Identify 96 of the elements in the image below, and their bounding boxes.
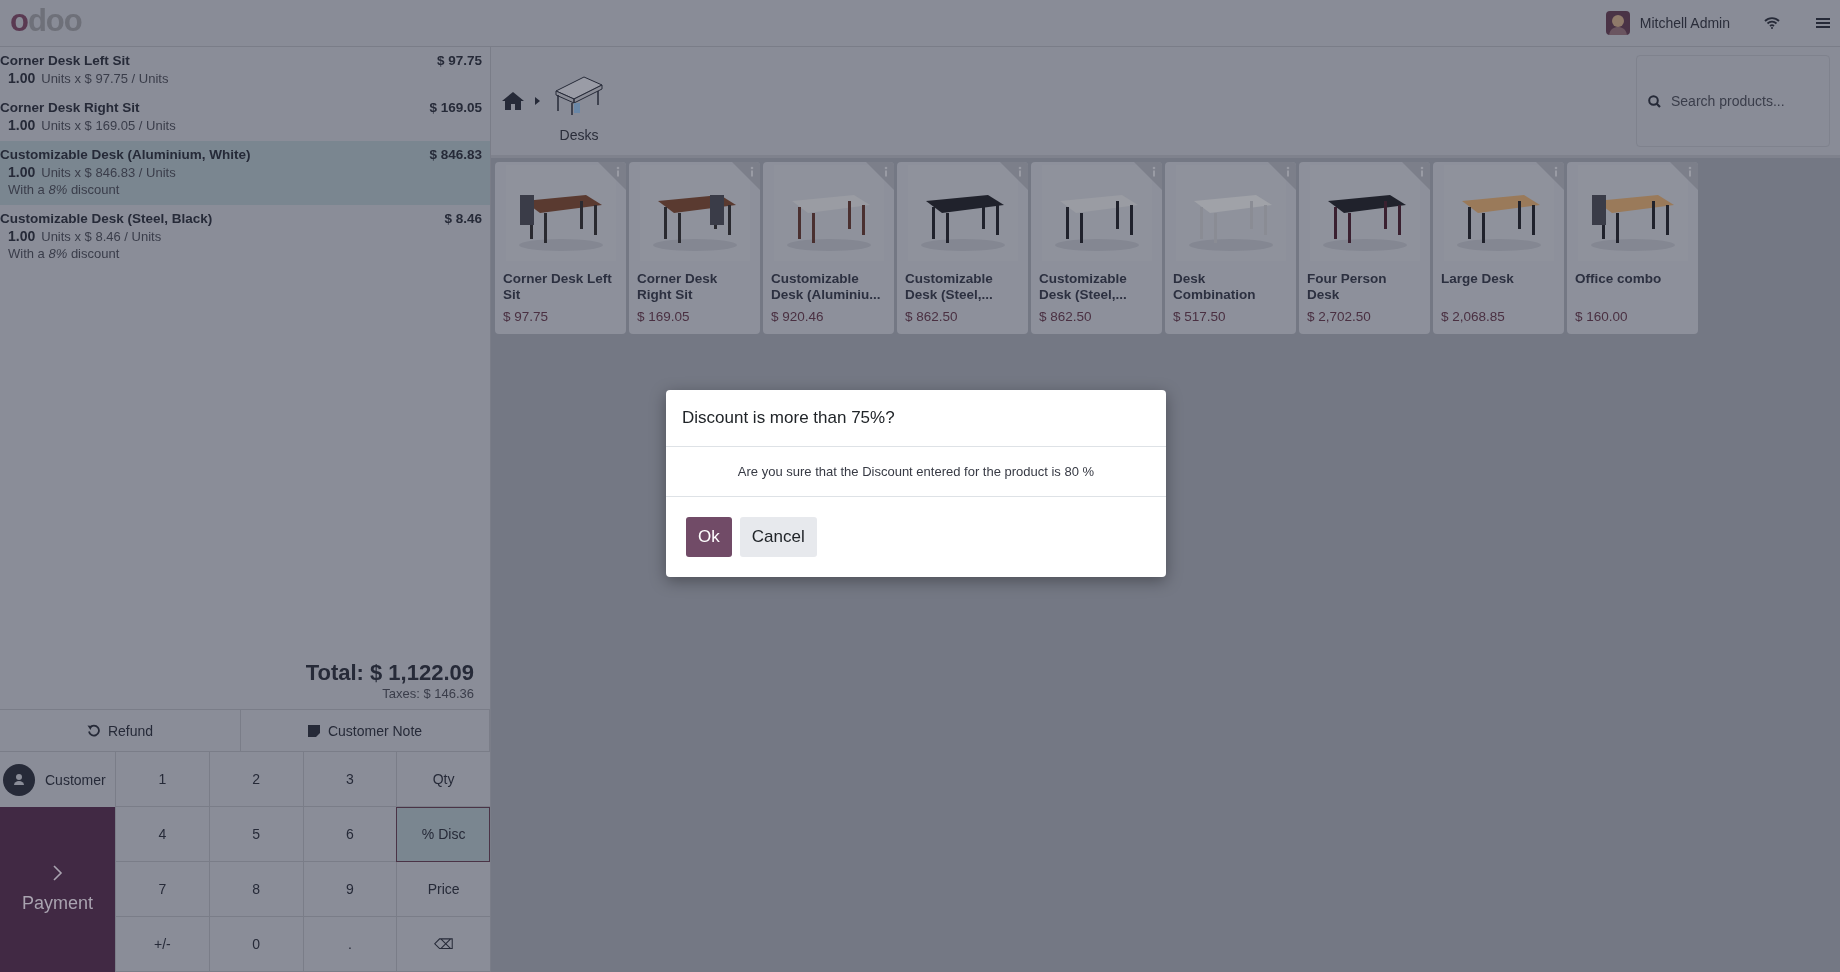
undo-icon <box>86 724 100 737</box>
category-label: Desks <box>559 127 599 143</box>
info-icon[interactable] <box>1670 162 1698 190</box>
dialog-title: Discount is more than 75%? <box>666 390 1166 447</box>
product-card[interactable]: Corner Desk Right Sit $ 169.05 <box>629 162 760 334</box>
numpad-key[interactable]: % Disc <box>396 807 490 862</box>
numpad-key[interactable]: 1 <box>115 752 209 807</box>
unit-price: Units x $ 8.46 / Units <box>41 229 162 244</box>
product-price: $ 2,068.85 <box>1441 309 1506 324</box>
product-card[interactable]: Desk Combination $ 517.50 <box>1165 162 1296 334</box>
product-price: $ 862.50 <box>905 309 959 324</box>
product-card[interactable]: Customizable Desk (Steel,... $ 862.50 <box>897 162 1028 334</box>
person-icon <box>3 763 35 796</box>
product-price: $ 169.05 <box>637 309 691 324</box>
line-price: $ 97.75 <box>436 53 482 68</box>
product-card[interactable]: Office combo $ 160.00 <box>1567 162 1698 334</box>
product-price: $ 517.50 <box>1173 309 1227 324</box>
product-name: Customizable Desk (Aluminium, White) <box>0 147 252 162</box>
numpad-key[interactable]: 6 <box>302 807 397 862</box>
dialog-message: Are you sure that the Discount entered for the product is 80 % <box>666 447 1166 497</box>
chevron-right-icon <box>52 865 63 881</box>
product-name: Large Desk <box>1441 271 1515 288</box>
line-price: $ 8.46 <box>444 211 482 226</box>
numpad-key[interactable]: . <box>302 917 397 972</box>
product-price: $ 862.50 <box>1039 309 1093 324</box>
product-card[interactable]: Large Desk $ 2,068.85 <box>1433 162 1564 334</box>
product-name: Customizable Desk (Aluminiu... <box>771 271 882 304</box>
product-price: $ 160.00 <box>1575 309 1629 324</box>
caret-right-icon <box>535 97 540 105</box>
order-line[interactable]: Corner Desk Right Sit $ 169.05 1.00 Units x $ 169.05 / Units <box>0 94 490 141</box>
numpad-key[interactable]: 0 <box>208 917 303 972</box>
info-icon[interactable] <box>1000 162 1028 190</box>
quantity: 1.00 <box>8 228 36 244</box>
ok-button[interactable]: Ok <box>686 517 732 557</box>
wifi-icon[interactable] <box>1764 17 1780 29</box>
order-total: Total: $ 1,122.09 <box>305 660 474 686</box>
product-name: Four Person Desk <box>1307 271 1388 304</box>
numpad-key[interactable]: 3 <box>302 752 397 807</box>
avatar-icon[interactable] <box>1605 11 1630 35</box>
product-name: Customizable Desk (Steel, Black) <box>0 211 214 226</box>
product-price: $ 97.75 <box>503 309 550 324</box>
payment-label: Payment <box>21 893 93 914</box>
quantity: 1.00 <box>8 70 36 86</box>
discount-note: With a 8% discount <box>7 182 121 197</box>
product-price: $ 2,702.50 <box>1307 309 1372 324</box>
taxes: Taxes: $ 146.36 <box>382 686 474 701</box>
product-name: Customizable Desk (Steel,... <box>905 271 994 304</box>
unit-price: Units x $ 97.75 / Units <box>41 71 169 86</box>
order-line[interactable]: Corner Desk Left Sit $ 97.75 1.00 Units x $ 97.75 / Units <box>0 47 490 94</box>
search-field[interactable]: Search products... <box>1636 55 1830 147</box>
payment-button[interactable]: Payment <box>0 807 115 972</box>
product-card[interactable]: Corner Desk Left Sit $ 97.75 <box>495 162 626 334</box>
unit-price: Units x $ 169.05 / Units <box>41 118 176 133</box>
info-icon[interactable] <box>866 162 894 190</box>
info-icon[interactable] <box>1402 162 1430 190</box>
user-name[interactable]: Mitchell Admin <box>1639 15 1730 31</box>
home-icon[interactable] <box>501 91 525 111</box>
info-icon[interactable] <box>598 162 626 190</box>
numpad-key[interactable]: Qty <box>396 752 490 807</box>
product-name: Corner Desk Left Sit <box>503 271 613 304</box>
product-name: Corner Desk Right Sit <box>0 100 141 115</box>
line-price: $ 846.83 <box>429 147 482 162</box>
cancel-button[interactable]: Cancel <box>739 517 817 557</box>
product-card[interactable]: Customizable Desk (Steel,... $ 862.50 <box>1031 162 1162 334</box>
numpad-key[interactable]: 8 <box>208 862 303 917</box>
product-name: Office combo <box>1575 271 1663 288</box>
numpad-key[interactable]: ⌫ <box>396 917 490 972</box>
product-name: Corner Desk Left Sit <box>0 53 131 68</box>
numpad-key[interactable]: +/- <box>115 917 209 972</box>
info-icon[interactable] <box>1134 162 1162 190</box>
search-icon <box>1648 95 1661 108</box>
numpad-key[interactable]: 2 <box>208 752 303 807</box>
product-name: Desk Combination <box>1173 271 1257 304</box>
product-price: $ 920.46 <box>771 309 825 324</box>
note-icon <box>307 724 320 737</box>
order-line[interactable]: Customizable Desk (Steel, Black) $ 8.46 1.00 Units x $ 8.46 / Units With a 8% discount <box>0 205 490 269</box>
product-name: Corner Desk Right Sit <box>637 271 719 304</box>
numpad-key[interactable]: 5 <box>208 807 303 862</box>
category-button[interactable]: Desks <box>554 73 604 143</box>
numpad-key[interactable]: Price <box>396 862 490 917</box>
quantity: 1.00 <box>8 164 36 180</box>
product-card[interactable]: Customizable Desk (Aluminiu... $ 920.46 <box>763 162 894 334</box>
info-icon[interactable] <box>732 162 760 190</box>
quantity: 1.00 <box>8 117 36 133</box>
info-icon[interactable] <box>1268 162 1296 190</box>
logo: odoo <box>10 3 82 39</box>
menu-icon[interactable] <box>1816 17 1830 29</box>
line-price: $ 169.05 <box>429 100 482 115</box>
numpad-key[interactable]: 4 <box>115 807 209 862</box>
discount-note: With a 8% discount <box>7 246 121 261</box>
product-card[interactable]: Four Person Desk $ 2,702.50 <box>1299 162 1430 334</box>
product-name: Customizable Desk (Steel,... <box>1039 271 1128 304</box>
numpad-key[interactable]: 7 <box>115 862 209 917</box>
info-icon[interactable] <box>1536 162 1564 190</box>
unit-price: Units x $ 846.83 / Units <box>41 165 176 180</box>
numpad-key[interactable]: 9 <box>302 862 397 917</box>
